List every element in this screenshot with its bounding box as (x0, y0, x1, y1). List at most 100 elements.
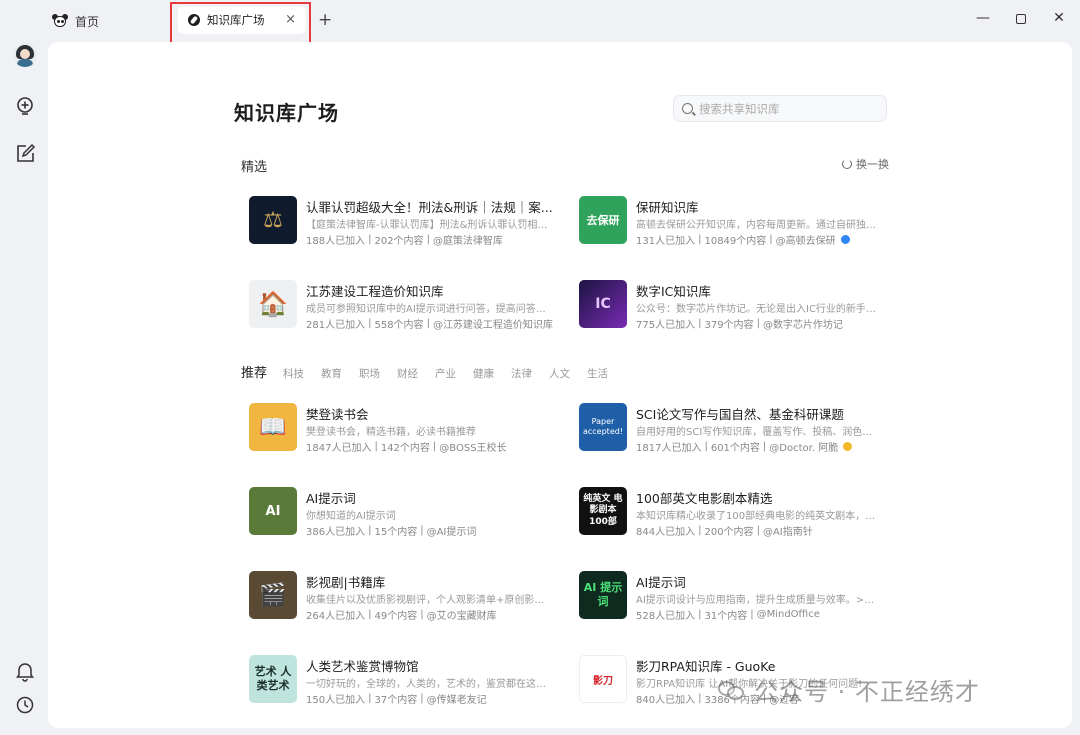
featured-card[interactable]: 去保研 保研知识库 高顿去保研公开知识库，内容每周更新。通过自研独家... 13… (571, 188, 889, 250)
avatar[interactable] (13, 43, 37, 67)
search-box[interactable] (673, 95, 887, 122)
card-joined: 528人已加入 (636, 611, 696, 622)
edit-icon[interactable] (14, 143, 36, 165)
tab-category[interactable]: 职场 (359, 366, 380, 381)
featured-card[interactable]: ⚖ 认罪认罚超级大全！刑法&刑诉｜法规｜案... 【庭策法律智库-认罪认罚库】刑… (241, 188, 559, 250)
refresh-icon (842, 159, 852, 169)
search-input[interactable] (699, 101, 879, 116)
card-thumbnail: Paper accepted! (579, 403, 627, 451)
bell-icon[interactable] (14, 660, 36, 682)
card-desc: 收集佳片以及优质影视剧评，个人观影清单+原创影视... (306, 595, 551, 606)
card-meta: 281人已加入 | 558个内容 | @江苏建设工程造价知识库 (306, 318, 553, 331)
page-title: 知识库广场 (234, 101, 339, 125)
card-thumbnail: 🎬 (249, 571, 297, 619)
maximize-icon (1016, 14, 1026, 24)
card-desc: 成员可参照知识库中的AI提示词进行问答，提高问答效... (306, 304, 551, 315)
tab-recommend[interactable]: 推荐 (241, 362, 267, 381)
tab-category[interactable]: 科技 (283, 366, 304, 381)
card-author: @BOSS王校长 (439, 443, 507, 454)
tab-category[interactable]: 教育 (321, 366, 342, 381)
card-author: @江苏建设工程造价知识库 (432, 320, 553, 331)
card-joined: 844人已加入 (636, 527, 696, 538)
card-thumbnail: ⚖ (249, 196, 297, 244)
card-meta: 775人已加入 | 379个内容 | @数字芯片作坊记 (636, 318, 843, 331)
card-author: @AI提示词 (426, 527, 477, 538)
refresh-button[interactable]: 换一换 (842, 156, 889, 172)
watermark-text: 公众号 · 不正经绣才 (754, 678, 980, 706)
new-tab-button[interactable]: + (318, 10, 332, 30)
card-thumbnail: 去保研 (579, 196, 627, 244)
recommend-card[interactable]: 纯英文 电影剧本 100部 100部英文电影剧本精选 本知识库精心收录了100部… (571, 479, 889, 541)
card-meta: 1817人已加入 | 601个内容 | @Doctor. 阿脆 (636, 439, 853, 454)
card-thumbnail: 影刀 (579, 655, 627, 703)
card-count: 601个内容 (710, 443, 760, 454)
card-meta: 1847人已加入 | 142个内容 | @BOSS王校长 (306, 441, 507, 454)
tab-category[interactable]: 健康 (473, 366, 494, 381)
tab-category[interactable]: 生活 (587, 366, 608, 381)
card-name: 数字IC知识库 (636, 284, 711, 299)
card-author: @传媒老友记 (426, 695, 487, 706)
panda-icon (52, 14, 68, 28)
card-count: 49个内容 (374, 611, 418, 622)
card-author: @艾の宝藏财库 (426, 611, 497, 622)
card-count: 15个内容 (374, 527, 418, 538)
category-tabs: 推荐 科技 教育 职场 财经 产业 健康 法律 人文 生活 (241, 362, 625, 381)
card-name: SCI论文写作与国自然、基金科研课题 (636, 407, 844, 422)
card-thumbnail: IC (579, 280, 627, 328)
maximize-button[interactable] (1011, 10, 1031, 28)
verified-badge-icon (843, 442, 853, 451)
tab-category[interactable]: 财经 (397, 366, 418, 381)
card-meta: 264人已加入 | 49个内容 | @艾の宝藏财库 (306, 609, 497, 622)
card-thumbnail: 📖 (249, 403, 297, 451)
card-joined: 131人已加入 (636, 236, 696, 247)
card-desc: 本知识库精心收录了100部经典电影的纯英文剧本，旨... (636, 511, 881, 522)
recommend-card[interactable]: Paper accepted! SCI论文写作与国自然、基金科研课题 自用好用的… (571, 395, 889, 457)
card-name: 100部英文电影剧本精选 (636, 491, 773, 506)
card-author: @高顿去保研 (775, 236, 836, 247)
card-joined: 150人已加入 (306, 695, 366, 706)
tab-category[interactable]: 法律 (511, 366, 532, 381)
tab-category[interactable]: 产业 (435, 366, 456, 381)
card-thumbnail: 艺术 人类艺术 (249, 655, 297, 703)
card-count: 31个内容 (704, 611, 748, 622)
card-thumbnail: 🏠 (249, 280, 297, 328)
minimize-button[interactable]: — (973, 10, 993, 26)
recommend-card[interactable]: 📖 樊登读书会 樊登读书会，精选书籍，必读书籍推荐 1847人已加入 | 142… (241, 395, 559, 457)
card-count: 200个内容 (704, 527, 754, 538)
card-thumbnail: AI 提示词 (579, 571, 627, 619)
card-thumbnail: AI (249, 487, 297, 535)
recommend-card[interactable]: AI AI提示词 你想知道的AI提示词 386人已加入 | 15个内容 | @A… (241, 479, 559, 541)
card-joined: 775人已加入 (636, 320, 696, 331)
recommend-card[interactable]: 艺术 人类艺术 人类艺术鉴赏博物馆 一切好玩的，全球的，人类的，艺术的，鉴赏都在… (241, 647, 559, 709)
card-name: 人类艺术鉴赏博物馆 (306, 659, 419, 674)
featured-card[interactable]: IC 数字IC知识库 公众号：数字芯片作坊记。无论是出入IC行业的新手，... … (571, 272, 889, 334)
title-bar: 首页 知识库广场 × + — ✕ (0, 0, 1080, 46)
card-meta: 150人已加入 | 37个内容 | @传媒老友记 (306, 693, 487, 706)
recommend-card[interactable]: AI 提示词 AI提示词 AI提示词设计与应用指南，提升生成质量与效率。>>>.… (571, 563, 889, 625)
card-joined: 840人已加入 (636, 695, 696, 706)
watermark: 公众号 · 不正经绣才 (718, 672, 980, 707)
main-panel: 知识库广场 精选 换一换 ⚖ 认罪认罚超级大全！刑法&刑诉｜法规｜案... 【庭… (48, 42, 1072, 728)
clock-icon[interactable] (14, 694, 36, 716)
card-desc: AI提示词设计与应用指南，提升生成质量与效率。>>>... (636, 595, 881, 606)
tab-home[interactable]: 首页 (52, 8, 99, 34)
bulb-plus-icon[interactable] (14, 95, 36, 117)
refresh-label: 换一换 (856, 158, 889, 171)
close-window-button[interactable]: ✕ (1049, 10, 1069, 26)
card-desc: 樊登读书会，精选书籍，必读书籍推荐 (306, 427, 476, 438)
card-author: @MindOffice (756, 609, 820, 620)
card-meta: 131人已加入 | 10849个内容 | @高顿去保研 (636, 232, 850, 247)
card-count: 10849个内容 (704, 236, 767, 247)
card-count: 558个内容 (374, 320, 424, 331)
card-name: 认罪认罚超级大全！刑法&刑诉｜法规｜案... (306, 200, 553, 215)
chat-bubbles-icon (718, 679, 746, 701)
card-joined: 188人已加入 (306, 236, 366, 247)
card-desc: 你想知道的AI提示词 (306, 511, 396, 522)
highlight-box (170, 2, 311, 46)
tab-category[interactable]: 人文 (549, 366, 570, 381)
featured-card[interactable]: 🏠 江苏建设工程造价知识库 成员可参照知识库中的AI提示词进行问答，提高问答效.… (241, 272, 559, 334)
tab-home-label: 首页 (75, 14, 100, 29)
card-name: 江苏建设工程造价知识库 (306, 284, 444, 299)
card-desc: 公众号：数字芯片作坊记。无论是出入IC行业的新手，... (636, 304, 881, 315)
recommend-card[interactable]: 🎬 影视剧|书籍库 收集佳片以及优质影视剧评，个人观影清单+原创影视... 26… (241, 563, 559, 625)
